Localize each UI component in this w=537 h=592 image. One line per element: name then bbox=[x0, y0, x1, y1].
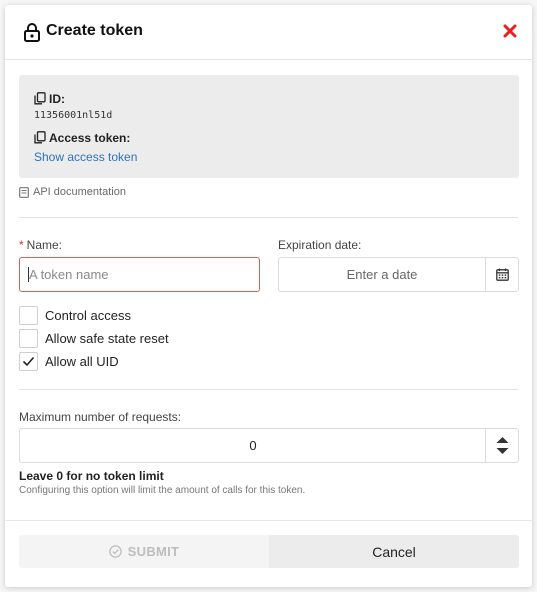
dialog-header: Create token bbox=[5, 5, 532, 60]
checkbox-box-checked[interactable] bbox=[19, 351, 38, 371]
required-marker: * bbox=[19, 238, 24, 252]
checkbox-box[interactable] bbox=[19, 305, 38, 325]
control-access-checkbox[interactable]: Control access bbox=[19, 305, 131, 325]
copy-id-icon[interactable] bbox=[34, 92, 46, 105]
limit-hint-text: Configuring this option will limit the a… bbox=[19, 485, 306, 496]
dialog-actions: SUBMIT Cancel bbox=[19, 535, 519, 568]
allow-safe-state-reset-label: Allow safe state reset bbox=[45, 330, 169, 346]
quantity-stepper[interactable] bbox=[485, 429, 518, 462]
allow-safe-state-reset-checkbox[interactable]: Allow safe state reset bbox=[19, 328, 169, 348]
section-divider bbox=[19, 389, 518, 390]
checkbox-box[interactable] bbox=[19, 328, 38, 348]
close-icon[interactable] bbox=[502, 23, 518, 39]
dialog-title: Create token bbox=[46, 22, 143, 39]
token-info-box: ID: 11356001nl51d Access token: Show acc… bbox=[19, 75, 519, 178]
expiration-date-field bbox=[278, 257, 519, 292]
api-documentation-label: API documentation bbox=[33, 186, 126, 198]
api-documentation-link[interactable]: API documentation bbox=[19, 186, 126, 198]
stepper-arrows-icon bbox=[496, 437, 509, 454]
show-access-token-link[interactable]: Show access token bbox=[34, 150, 137, 164]
check-circle-icon bbox=[108, 545, 122, 558]
lock-icon bbox=[24, 23, 40, 42]
create-token-dialog: Create token ID: 11356001nl51d Access to… bbox=[5, 5, 532, 587]
id-value: 11356001nl51d bbox=[34, 110, 113, 121]
book-icon bbox=[19, 186, 29, 198]
name-label: * Name: bbox=[19, 238, 62, 252]
text-cursor bbox=[28, 267, 29, 282]
max-requests-field bbox=[19, 428, 519, 463]
checkmark-icon bbox=[22, 356, 35, 366]
expiration-label: Expiration date: bbox=[278, 238, 362, 252]
calendar-icon bbox=[495, 268, 509, 281]
submit-button[interactable]: SUBMIT bbox=[19, 535, 269, 568]
allow-all-uid-label: Allow all UID bbox=[45, 353, 119, 369]
section-divider bbox=[19, 217, 518, 218]
name-input[interactable] bbox=[19, 257, 260, 292]
calendar-button[interactable] bbox=[485, 258, 518, 291]
name-label-text: Name: bbox=[26, 238, 63, 252]
control-access-label: Control access bbox=[45, 307, 131, 323]
access-token-label: Access token: bbox=[49, 131, 131, 145]
allow-all-uid-checkbox[interactable]: Allow all UID bbox=[19, 351, 119, 371]
copy-token-icon[interactable] bbox=[34, 131, 46, 144]
expiration-date-input[interactable] bbox=[279, 258, 485, 291]
cancel-button[interactable]: Cancel bbox=[269, 535, 519, 568]
max-requests-input[interactable] bbox=[20, 429, 486, 462]
id-label: ID: bbox=[49, 92, 65, 106]
footer-divider bbox=[5, 520, 532, 521]
limit-hint-title: Leave 0 for no token limit bbox=[19, 469, 164, 483]
max-requests-label: Maximum number of requests: bbox=[19, 410, 182, 424]
submit-label: SUBMIT bbox=[127, 544, 180, 559]
